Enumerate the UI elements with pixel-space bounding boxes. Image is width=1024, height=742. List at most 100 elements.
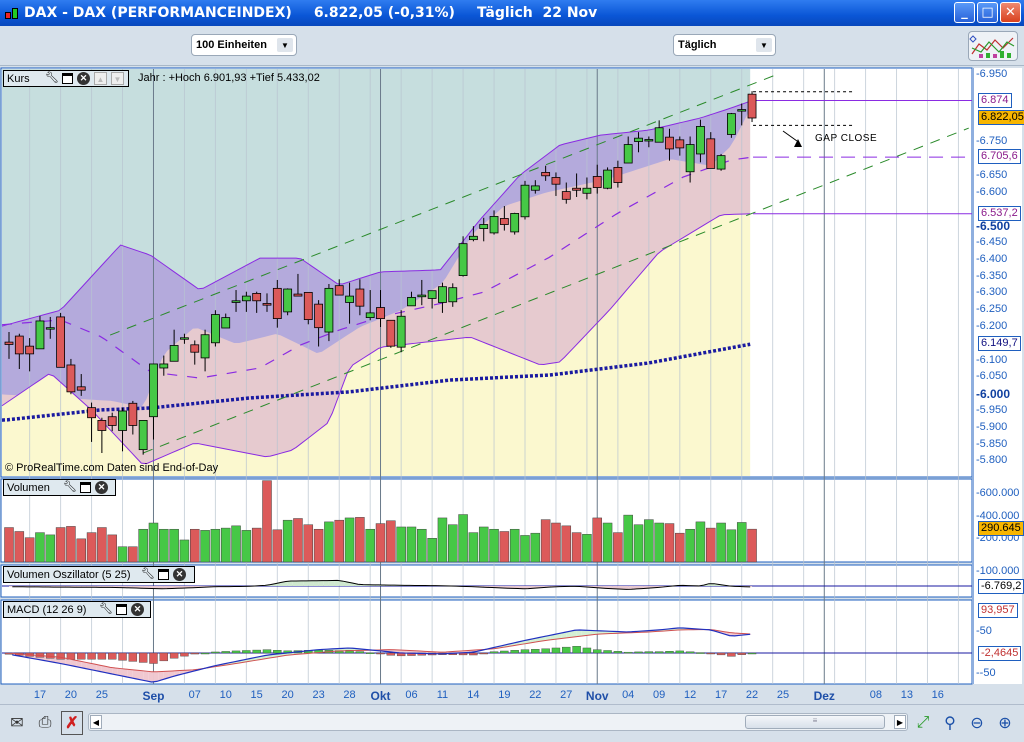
candle-body [262,303,272,306]
macd-histogram-bar [262,649,272,654]
volume-bar [210,528,221,563]
zoom-auto-icon[interactable]: ⚲ [939,711,961,735]
volume-bar [190,528,200,563]
price-panel-header: Kurs 🔧︎ ✕ ▲ ▼ [3,70,129,87]
candle [210,310,220,347]
wrench-icon[interactable]: 🔧︎ [141,568,155,581]
volume-bar [602,522,613,563]
close-button[interactable]: ✕ [1000,2,1021,23]
date-tick-label: 09 [653,689,666,701]
arrow-down-icon[interactable]: ▼ [111,72,124,85]
volume-bar [24,537,35,563]
candle-body [365,312,375,318]
indicators-button[interactable] [968,31,1018,61]
scroll-left-arrow[interactable]: ◀ [90,715,102,729]
volume-oscillator-fill [292,580,298,586]
candle-body [334,285,344,296]
volume-panel-title: Volumen [7,481,50,494]
candle-body [438,286,447,303]
candle-body [396,315,406,348]
wrench-icon[interactable]: 🔧︎ [99,603,113,616]
minimize-button[interactable]: _ [954,2,975,23]
close-panel-icon[interactable]: ✕ [77,72,90,85]
candle-body [25,345,35,355]
price-tick-label: -6.100 [976,353,1008,366]
candle-body [303,291,313,321]
chart-canvas[interactable] [0,0,1024,742]
wrench-icon[interactable]: 🔧︎ [63,481,77,494]
volume-oscillator-fill [287,581,293,586]
candle-body [489,216,499,234]
volume-bar [706,527,716,563]
volume-bar [365,528,375,563]
macd-histogram-bar [252,649,261,654]
arrow-up-icon[interactable]: ▲ [94,72,107,85]
disconnect-icon[interactable]: ✗ [61,711,83,735]
date-tick-label: 08 [869,689,882,701]
volume-bar [251,527,262,563]
candle [283,288,293,316]
date-tick-label: 27 [560,689,573,701]
macd-histogram-bar [355,651,365,654]
volume-bar [272,529,283,563]
price-tick-label: -6.300 [976,286,1008,299]
close-panel-icon[interactable]: ✕ [131,603,144,616]
candle [510,212,520,235]
price-tick-label: -6.400 [976,252,1008,265]
price-tick-label: -6.050 [976,370,1008,383]
price-tick-label: -6.500 [976,219,1011,234]
gap-close-annotation: GAP CLOSE [815,133,878,144]
volume-bar [509,528,520,563]
close-panel-icon[interactable]: ✕ [173,568,186,581]
candle-body [97,420,107,431]
toolbar: 100 Einheiten ▼ Täglich ▼ [0,26,1024,66]
candle-body [107,416,117,426]
date-tick-label: 17 [714,689,728,701]
candle-body [159,363,169,369]
horizontal-scrollbar[interactable]: ◀ ≡ ▶ [88,713,908,731]
window-icon[interactable] [116,604,127,615]
candle [303,291,313,325]
volume-oscillator-fill [303,580,309,586]
candle-body [675,139,685,149]
candle-body [520,184,530,218]
close-panel-icon[interactable]: ✕ [95,481,108,494]
volume-bar [623,514,633,563]
maximize-button[interactable]: □ [977,2,998,23]
macd-histogram-bar [624,651,633,654]
candle-body [200,334,210,359]
volume-bar [675,532,685,563]
macd-histogram-bar [128,652,138,662]
macd-histogram-bar [613,651,623,654]
price-tick-label: -6.350 [976,269,1008,282]
scroll-right-arrow[interactable]: ▶ [894,715,906,729]
scroll-thumb[interactable]: ≡ [745,715,885,729]
volume-bar [685,528,695,563]
volume-bar [355,517,365,563]
date-tick-label: 14 [467,689,480,701]
mail-icon[interactable]: ✉ [6,711,28,735]
candle-body [376,307,385,319]
zoom-out-icon[interactable]: ⊖ [966,711,988,735]
candle-body [737,109,747,112]
date-tick-label: 28 [343,689,356,701]
macd-histogram-bar [231,650,241,654]
volume-bar [561,525,572,563]
interval-select[interactable]: Täglich ▼ [673,34,776,56]
print-icon[interactable]: ⎙ [34,711,56,735]
window-icon[interactable] [80,482,91,493]
window-icon[interactable] [158,569,169,580]
wrench-icon[interactable]: 🔧︎ [45,72,59,85]
candle-body [634,137,643,142]
date-tick-label: 19 [498,689,511,701]
date-tick-label: 23 [312,689,325,701]
macd-histogram-bar [366,652,375,654]
candle-body [56,316,65,368]
units-select[interactable]: 100 Einheiten ▼ [191,34,297,56]
zoom-fit-icon[interactable]: ⤢ [912,711,934,735]
date-tick-label: Nov [585,689,609,703]
volume-bar [262,480,272,563]
window-icon[interactable] [62,73,73,84]
candle-body [551,177,561,185]
zoom-in-icon[interactable]: ⊕ [994,711,1016,735]
